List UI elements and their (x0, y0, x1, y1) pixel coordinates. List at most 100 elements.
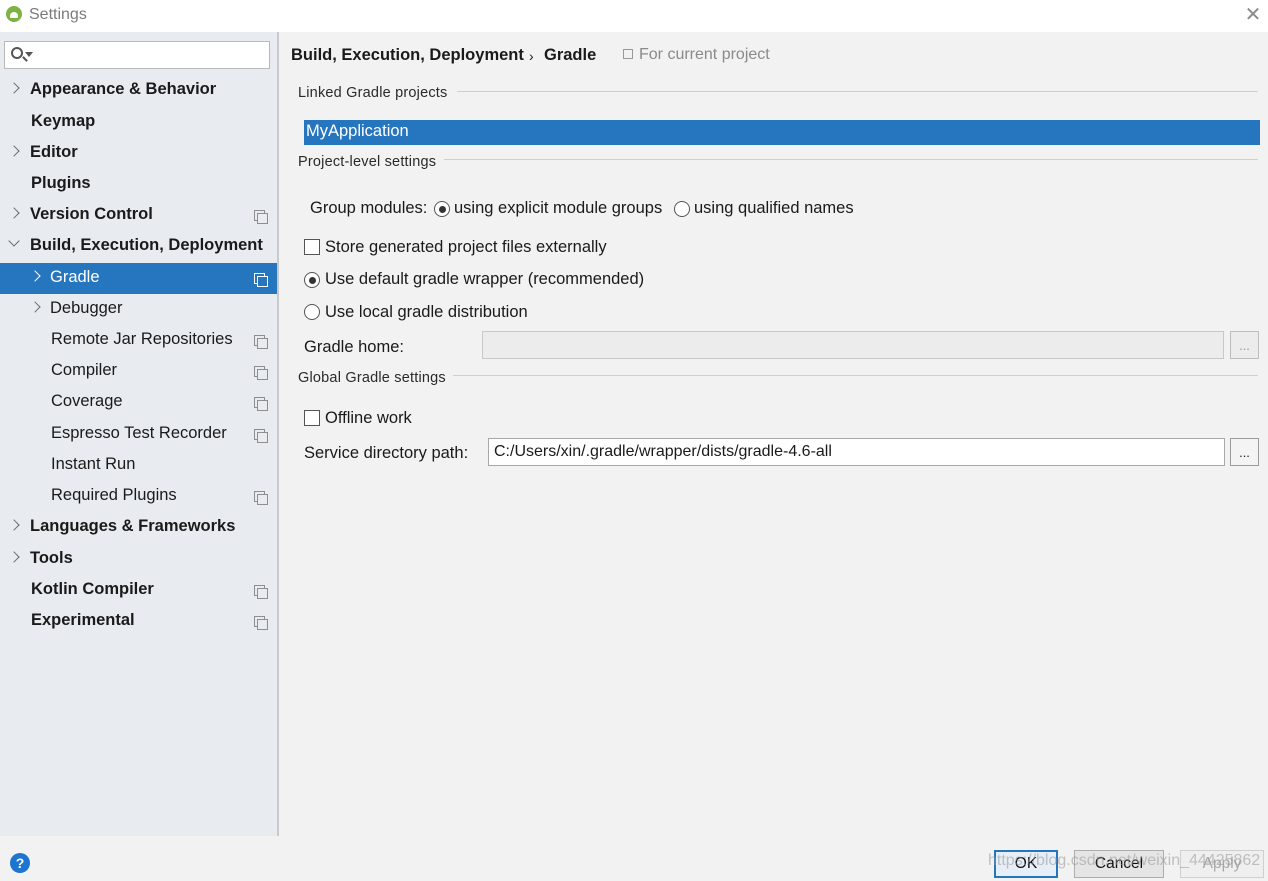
scope-indicator: For current project (623, 46, 770, 64)
gradle-home-browse-button[interactable]: ... (1230, 331, 1259, 359)
sidebar-item-label: Version Control (30, 205, 153, 223)
project-settings-title: Project-level settings (298, 154, 437, 170)
chevron-right-icon[interactable] (8, 551, 20, 563)
settings-sidebar: Appearance & Behavior Keymap Editor Plugins… (0, 32, 277, 836)
sidebar-item-coverage[interactable]: Coverage (0, 387, 277, 418)
sidebar-item-label: Instant Run (51, 455, 136, 473)
gradle-home-label: Gradle home: (304, 338, 404, 356)
cancel-button[interactable]: Cancel (1074, 850, 1164, 878)
project-scope-icon (254, 491, 268, 505)
project-scope-icon (254, 616, 268, 630)
sidebar-item-compiler[interactable]: Compiler (0, 356, 277, 387)
sidebar-item-label: Keymap (31, 112, 96, 130)
sidebar-item-appearance-behavior[interactable]: Appearance & Behavior (0, 75, 277, 106)
section-divider (453, 375, 1258, 376)
search-input[interactable] (37, 44, 265, 66)
sidebar-item-label: Kotlin Compiler (31, 580, 154, 598)
sidebar-item-label: Experimental (31, 611, 135, 629)
chevron-right-icon[interactable] (29, 270, 41, 282)
breadcrumb-separator: › (529, 48, 534, 64)
sidebar-item-debugger[interactable]: Debugger (0, 294, 277, 325)
linked-projects-list[interactable]: MyApplication (304, 120, 1260, 145)
sidebar-item-experimental[interactable]: Experimental (0, 606, 277, 637)
sidebar-item-required-plugins[interactable]: Required Plugins (0, 481, 277, 512)
window-title: Settings (29, 6, 87, 23)
breadcrumb: Build, Execution, Deployment › (291, 46, 534, 65)
sidebar-item-label: Remote Jar Repositories (51, 330, 233, 348)
service-dir-browse-button[interactable]: ... (1230, 438, 1259, 466)
offline-work-checkbox[interactable] (304, 410, 320, 426)
sidebar-item-languages-frameworks[interactable]: Languages & Frameworks (0, 512, 277, 543)
ok-button[interactable]: OK (994, 850, 1058, 878)
group-explicit-radio[interactable] (434, 201, 450, 217)
chevron-right-icon[interactable] (8, 145, 20, 157)
sidebar-item-keymap[interactable]: Keymap (0, 107, 277, 138)
sidebar-item-espresso-test-recorder[interactable]: Espresso Test Recorder (0, 419, 277, 450)
breadcrumb-parent: Build, Execution, Deployment (291, 46, 524, 64)
sidebar-item-editor[interactable]: Editor (0, 138, 277, 169)
project-scope-icon (254, 585, 268, 599)
list-item[interactable]: MyApplication (306, 122, 409, 141)
sidebar-item-gradle[interactable]: Gradle (0, 263, 277, 294)
breadcrumb-current: Gradle (544, 46, 597, 64)
wrapper-radio[interactable] (304, 272, 320, 288)
local-dist-label[interactable]: Use local gradle distribution (325, 303, 528, 322)
sidebar-item-label: Required Plugins (51, 486, 177, 504)
store-externally-label[interactable]: Store generated project files externally (325, 238, 607, 257)
store-externally-checkbox[interactable] (304, 239, 320, 255)
group-modules-label: Group modules: (310, 199, 428, 217)
sidebar-item-label: Coverage (51, 392, 123, 410)
sidebar-item-label: Editor (30, 143, 78, 161)
project-scope-icon (623, 49, 633, 59)
sidebar-item-label: Plugins (31, 174, 91, 192)
chevron-right-icon[interactable] (8, 519, 20, 531)
close-icon[interactable]: ✕ (1242, 4, 1264, 26)
service-dir-label: Service directory path: (304, 444, 469, 462)
group-qualified-radio[interactable] (674, 201, 690, 217)
project-scope-icon (254, 397, 268, 411)
project-scope-icon (254, 366, 268, 380)
sidebar-item-label: Gradle (50, 268, 100, 286)
title-bar: Settings ✕ (0, 0, 1268, 32)
sidebar-item-remote-jar-repositories[interactable]: Remote Jar Repositories (0, 325, 277, 356)
android-studio-icon (6, 6, 22, 22)
chevron-right-icon[interactable] (8, 82, 20, 94)
sidebar-item-version-control[interactable]: Version Control (0, 200, 277, 231)
apply-button[interactable]: Apply (1180, 850, 1264, 878)
sidebar-item-label: Debugger (50, 299, 123, 317)
project-scope-icon (254, 273, 268, 287)
sidebar-item-instant-run[interactable]: Instant Run (0, 450, 277, 481)
sidebar-item-label: Tools (30, 549, 73, 567)
global-settings-title: Global Gradle settings (298, 370, 446, 386)
local-dist-radio[interactable] (304, 304, 320, 320)
section-divider (457, 91, 1258, 92)
gradle-settings-panel: Build, Execution, Deployment › Gradle Fo… (279, 32, 1268, 836)
dialog-footer: ? OK Cancel Apply https://blog.csdn.net/… (0, 836, 1268, 881)
wrapper-label[interactable]: Use default gradle wrapper (recommended) (325, 270, 644, 289)
help-icon[interactable]: ? (10, 853, 30, 873)
section-divider (444, 159, 1258, 160)
sidebar-item-label: Compiler (51, 361, 118, 379)
service-dir-value: C:/Users/xin/.gradle/wrapper/dists/gradl… (494, 443, 832, 460)
chevron-right-icon[interactable] (8, 207, 20, 219)
service-dir-field[interactable]: C:/Users/xin/.gradle/wrapper/dists/gradl… (488, 438, 1225, 466)
sidebar-item-build-execution-deployment[interactable]: Build, Execution, Deployment (0, 231, 277, 262)
group-qualified-label[interactable]: using qualified names (694, 199, 854, 218)
chevron-down-icon[interactable] (25, 52, 33, 57)
sidebar-item-label: Build, Execution, Deployment (30, 236, 263, 254)
chevron-right-icon[interactable] (29, 301, 41, 313)
sidebar-item-plugins[interactable]: Plugins (0, 169, 277, 200)
sidebar-item-kotlin-compiler[interactable]: Kotlin Compiler (0, 575, 277, 606)
search-icon[interactable] (11, 47, 23, 59)
scope-label: For current project (639, 46, 770, 63)
gradle-home-field[interactable] (482, 331, 1224, 359)
sidebar-item-tools[interactable]: Tools (0, 544, 277, 575)
search-box[interactable] (4, 41, 270, 69)
sidebar-item-label: Espresso Test Recorder (51, 424, 227, 442)
chevron-down-icon[interactable] (8, 235, 20, 247)
offline-work-label[interactable]: Offline work (325, 409, 412, 428)
project-scope-icon (254, 210, 268, 224)
sidebar-item-label: Appearance & Behavior (30, 80, 217, 98)
sidebar-item-label: Languages & Frameworks (30, 517, 236, 535)
group-explicit-label[interactable]: using explicit module groups (454, 199, 662, 218)
